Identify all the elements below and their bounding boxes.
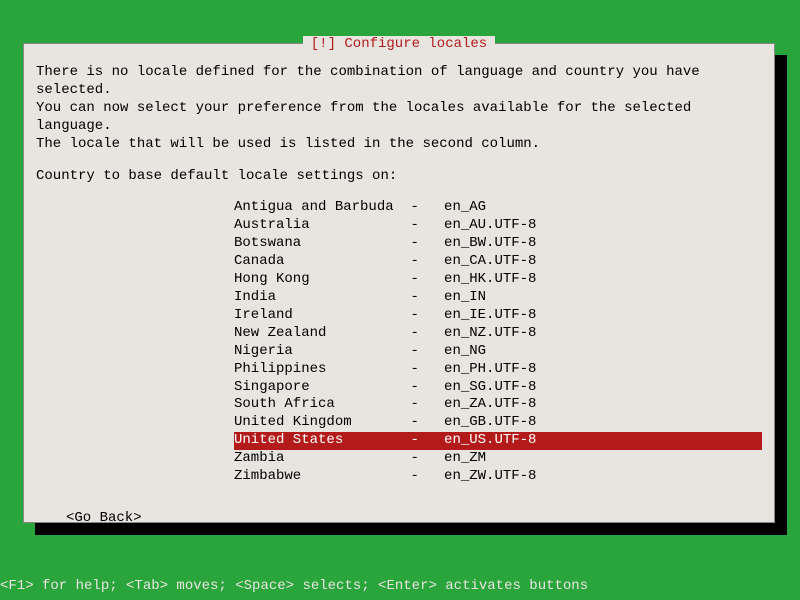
locale-row[interactable]: United Kingdom - en_GB.UTF-8 (234, 414, 762, 432)
locale-code: en_HK.UTF-8 (444, 271, 545, 289)
locale-row[interactable]: Singapore - en_SG.UTF-8 (234, 379, 762, 397)
locale-country: Zambia (234, 450, 410, 468)
locale-country: Canada (234, 253, 410, 271)
locale-code: en_SG.UTF-8 (444, 379, 545, 397)
locale-code: en_IN (444, 289, 545, 307)
locale-row[interactable]: Philippines - en_PH.UTF-8 (234, 361, 762, 379)
locale-separator: - (410, 307, 444, 325)
locale-separator: - (410, 379, 444, 397)
locale-row[interactable]: Canada - en_CA.UTF-8 (234, 253, 762, 271)
locale-separator: - (410, 396, 444, 414)
locale-separator: - (410, 199, 444, 217)
dialog-content: There is no locale defined for the combi… (24, 44, 774, 540)
locale-row[interactable]: Zimbabwe - en_ZW.UTF-8 (234, 468, 762, 486)
locale-country: Australia (234, 217, 410, 235)
locale-separator: - (410, 271, 444, 289)
locale-code: en_ZW.UTF-8 (444, 468, 545, 486)
prompt-text: Country to base default locale settings … (36, 168, 762, 186)
locale-country: Zimbabwe (234, 468, 410, 486)
locale-country: Antigua and Barbuda (234, 199, 410, 217)
locale-country: Philippines (234, 361, 410, 379)
locale-country: Hong Kong (234, 271, 410, 289)
locale-row[interactable]: Zambia - en_ZM (234, 450, 762, 468)
locale-row[interactable]: New Zealand - en_NZ.UTF-8 (234, 325, 762, 343)
locale-row[interactable]: Antigua and Barbuda - en_AG (234, 199, 762, 217)
locale-code: en_NZ.UTF-8 (444, 325, 545, 343)
locale-code: en_NG (444, 343, 545, 361)
locale-separator: - (410, 217, 444, 235)
locale-code: en_GB.UTF-8 (444, 414, 545, 432)
locale-separator: - (410, 343, 444, 361)
locale-code: en_AU.UTF-8 (444, 217, 545, 235)
locale-row[interactable]: India - en_IN (234, 289, 762, 307)
locale-separator: - (410, 235, 444, 253)
locale-country: United States (234, 432, 410, 450)
locale-separator: - (410, 432, 444, 450)
locale-separator: - (410, 414, 444, 432)
locale-row[interactable]: Botswana - en_BW.UTF-8 (234, 235, 762, 253)
locale-separator: - (410, 289, 444, 307)
locale-code: en_CA.UTF-8 (444, 253, 545, 271)
locale-row[interactable]: United States - en_US.UTF-8 (234, 432, 762, 450)
locale-row[interactable]: Ireland - en_IE.UTF-8 (234, 307, 762, 325)
configure-locales-dialog: [!] Configure locales There is no locale… (23, 43, 775, 523)
locale-separator: - (410, 468, 444, 486)
locale-country: Singapore (234, 379, 410, 397)
locale-code: en_AG (444, 199, 545, 217)
go-back-button[interactable]: <Go Back> (66, 510, 762, 528)
intro-text: There is no locale defined for the combi… (36, 64, 762, 154)
locale-row[interactable]: South Africa - en_ZA.UTF-8 (234, 396, 762, 414)
locale-country: United Kingdom (234, 414, 410, 432)
dialog-title-bar: [!] Configure locales (24, 36, 774, 52)
locale-separator: - (410, 450, 444, 468)
locale-row[interactable]: Nigeria - en_NG (234, 343, 762, 361)
locale-country: Ireland (234, 307, 410, 325)
locale-code: en_BW.UTF-8 (444, 235, 545, 253)
locale-code: en_IE.UTF-8 (444, 307, 545, 325)
locale-code: en_US.UTF-8 (444, 432, 545, 450)
locale-country: South Africa (234, 396, 410, 414)
help-bar: <F1> for help; <Tab> moves; <Space> sele… (0, 578, 588, 594)
locale-separator: - (410, 253, 444, 271)
locale-country: New Zealand (234, 325, 410, 343)
locale-country: Botswana (234, 235, 410, 253)
locale-separator: - (410, 361, 444, 379)
locale-code: en_PH.UTF-8 (444, 361, 545, 379)
locale-country: Nigeria (234, 343, 410, 361)
locale-separator: - (410, 325, 444, 343)
dialog-title: [!] Configure locales (303, 36, 495, 52)
locale-row[interactable]: Australia - en_AU.UTF-8 (234, 217, 762, 235)
locale-country: India (234, 289, 410, 307)
locale-code: en_ZM (444, 450, 545, 468)
locale-list[interactable]: Antigua and Barbuda - en_AG Australia - … (234, 199, 762, 486)
locale-code: en_ZA.UTF-8 (444, 396, 545, 414)
locale-row[interactable]: Hong Kong - en_HK.UTF-8 (234, 271, 762, 289)
